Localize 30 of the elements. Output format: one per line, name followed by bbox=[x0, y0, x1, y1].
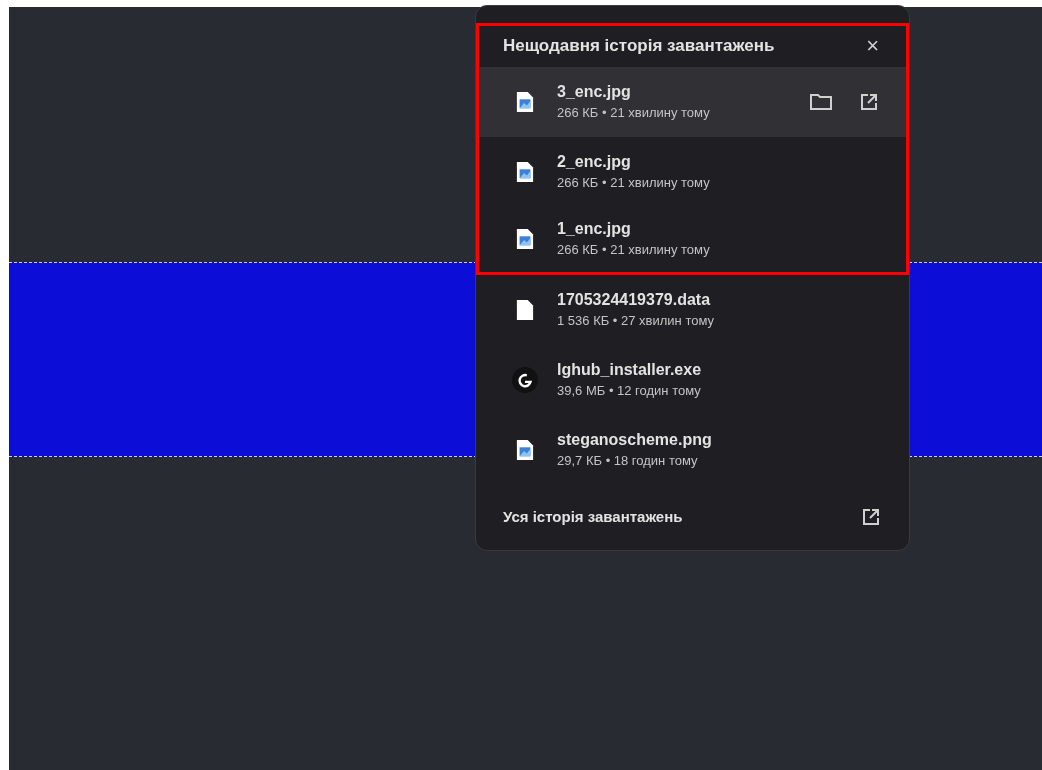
file-name: 1_enc.jpg bbox=[557, 219, 632, 240]
download-item[interactable]: lghub_installer.exe 39,6 МБ • 12 годин тому bbox=[476, 344, 909, 415]
file-details: 39,6 МБ • 12 годин тому bbox=[557, 381, 702, 400]
image-file-icon bbox=[516, 228, 534, 251]
file-icon bbox=[516, 298, 534, 321]
file-name: lghub_installer.exe bbox=[557, 359, 703, 380]
download-item[interactable]: 3_enc.jpg 266 КБ • 21 хвилину тому bbox=[479, 66, 906, 137]
panel-title: Нещодавня історія завантажень bbox=[503, 35, 775, 58]
image-file-icon bbox=[516, 160, 534, 183]
file-name: 2_enc.jpg bbox=[557, 151, 632, 172]
file-details: 266 КБ • 21 хвилину тому bbox=[557, 241, 711, 260]
file-details: 29,7 КБ • 18 годин тому bbox=[557, 451, 699, 470]
image-file-icon bbox=[516, 438, 534, 461]
file-details: 1 536 КБ • 27 хвилин тому bbox=[557, 311, 716, 330]
file-details: 266 КБ • 21 хвилину тому bbox=[557, 173, 711, 192]
download-item[interactable]: 2_enc.jpg 266 КБ • 21 хвилину тому bbox=[479, 136, 906, 207]
file-details: 266 КБ • 21 хвилину тому bbox=[557, 103, 711, 122]
open-external-icon[interactable] bbox=[859, 91, 879, 112]
folder-icon[interactable] bbox=[809, 91, 833, 112]
download-item[interactable]: 1705324419379.data 1 536 КБ • 27 хвилин тому bbox=[476, 274, 909, 345]
open-external-icon[interactable] bbox=[861, 507, 881, 528]
download-item[interactable]: 1_enc.jpg 266 КБ • 21 хвилину тому bbox=[479, 206, 906, 272]
file-name: 1705324419379.data bbox=[557, 289, 712, 310]
download-item[interactable]: steganoscheme.png 29,7 КБ • 18 годин тому bbox=[476, 414, 909, 485]
close-button[interactable]: × bbox=[862, 35, 883, 58]
file-name: 3_enc.jpg bbox=[557, 81, 632, 102]
file-name: steganoscheme.png bbox=[557, 429, 713, 450]
app-logo-icon bbox=[512, 366, 538, 393]
image-file-icon bbox=[516, 90, 534, 113]
all-downloads-link[interactable]: Уся історія завантажень bbox=[503, 506, 683, 529]
